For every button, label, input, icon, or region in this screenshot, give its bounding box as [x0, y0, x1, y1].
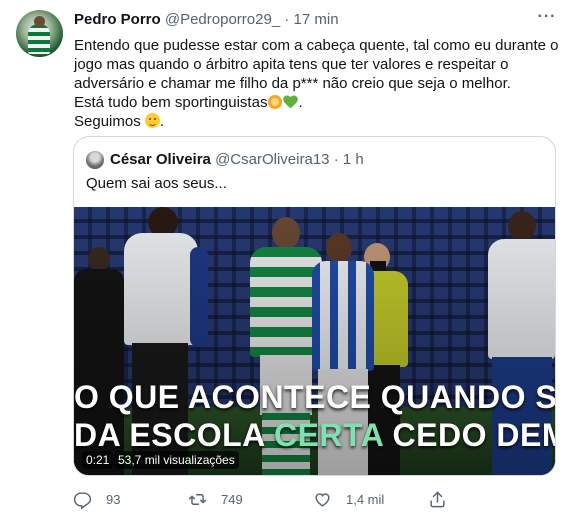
caption-part-b: CEDO DEMAIS — [392, 417, 555, 453]
reply-icon — [73, 490, 92, 510]
tweet-line-1: Entendo que pudesse estar com a cabeça q… — [74, 37, 559, 54]
video-player[interactable]: O QUE ACONTECE QUANDO SE SAI DA ESCOLA C… — [74, 207, 555, 475]
video-caption-line-2: DA ESCOLA CERTA CEDO DEMAIS — [74, 417, 555, 454]
more-icon[interactable]: ··· — [536, 9, 558, 30]
green-heart-emoji — [283, 96, 298, 109]
lion-emoji — [268, 95, 283, 109]
reply-button[interactable]: 93 — [73, 488, 120, 510]
tweet-line-5-text: Seguimos — [74, 113, 145, 130]
video-duration-badge: 0:21 — [82, 451, 114, 469]
tweet-text: Entendo que pudesse estar com a cabeça q… — [74, 36, 559, 131]
tweet-line-2: jogo mas quando o árbitro apita tens que… — [74, 56, 509, 73]
like-count: 1,4 mil — [346, 491, 385, 507]
like-button[interactable]: 1,4 mil — [313, 488, 384, 510]
avatar-head — [34, 16, 45, 27]
caption-part-a: DA ESCOLA — [74, 417, 274, 453]
tweet-line-4: Está tudo bem sportinguistas. — [74, 93, 544, 112]
quoted-author-avatar — [86, 151, 104, 169]
caption-highlight: CERTA — [273, 417, 384, 453]
avatar-jersey — [28, 24, 50, 54]
quoted-tweet-text: Quem sai aos seus... — [86, 175, 227, 192]
share-icon — [428, 490, 447, 509]
tweet-line-4-suffix: . — [298, 94, 303, 111]
quoted-author-handle: @CsarOliveira13 — [215, 151, 330, 168]
quoted-timestamp: 1 h — [342, 151, 364, 168]
tweet-actions: 93 749 1,4 mil — [0, 488, 571, 512]
author-avatar[interactable] — [16, 10, 63, 57]
retweet-button[interactable]: 749 — [188, 488, 243, 510]
retweet-count: 749 — [221, 491, 243, 507]
share-button[interactable] — [428, 488, 461, 510]
tweet-timestamp[interactable]: 17 min — [294, 11, 339, 28]
video-views-badge: 53,7 mil visualizações — [114, 451, 239, 469]
tweet-header: Pedro Porro @Pedroporro29_ · 17 min — [74, 11, 339, 28]
quoted-tweet[interactable]: César Oliveira @CsarOliveira13 · 1 h Que… — [73, 136, 556, 476]
reply-count: 93 — [106, 491, 121, 507]
meta-separator: · — [284, 11, 290, 28]
author-name[interactable]: Pedro Porro — [74, 11, 161, 28]
video-caption-line-1: O QUE ACONTECE QUANDO SE SAI — [74, 379, 555, 415]
quoted-author-name: César Oliveira — [110, 151, 211, 168]
author-handle[interactable]: @Pedroporro29_ — [165, 11, 280, 28]
tweet-line-4-text: Está tudo bem sportinguistas — [74, 94, 268, 111]
quoted-tweet-header: César Oliveira @CsarOliveira13 · 1 h — [110, 151, 364, 168]
retweet-icon — [188, 490, 207, 509]
wink-emoji — [144, 113, 160, 128]
tweet-line-5-suffix: . — [159, 113, 165, 130]
tweet-line-5: Seguimos . — [74, 112, 544, 131]
tweet-line-3: adversário e chamar me filho da p*** não… — [74, 75, 511, 92]
like-icon — [313, 490, 332, 509]
quoted-meta-separator: · — [333, 151, 339, 168]
